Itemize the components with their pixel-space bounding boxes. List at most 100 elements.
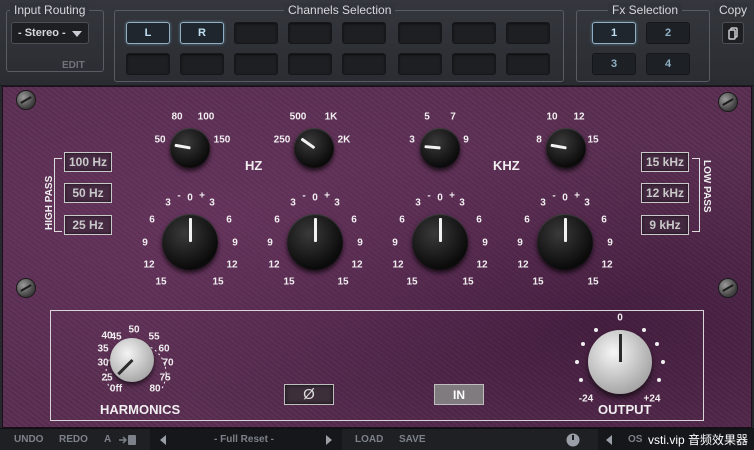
fx-button-2[interactable]: 2: [646, 22, 690, 44]
preset-selector[interactable]: - Full Reset -: [150, 429, 342, 450]
knob-indicator: [313, 218, 317, 242]
channel-slot[interactable]: [452, 53, 496, 75]
save-button[interactable]: SAVE: [399, 434, 426, 445]
gain-label: 0: [437, 192, 443, 204]
channel-slot[interactable]: [126, 53, 170, 75]
band1-frequency-knob[interactable]: [170, 128, 210, 168]
harmonics-knob[interactable]: [110, 338, 154, 382]
band2-gain-knob[interactable]: [287, 214, 343, 270]
copy-to-icon[interactable]: [118, 433, 138, 447]
gain-label: 6: [351, 214, 357, 226]
gain-label: 15: [337, 276, 349, 288]
screw-icon: [718, 92, 738, 112]
next-preset-icon[interactable]: [326, 435, 332, 445]
channel-slot[interactable]: [398, 53, 442, 75]
fx-selection-title: Fx Selection: [608, 3, 683, 17]
freq-label: 80: [171, 111, 183, 123]
gain-label: 9: [517, 237, 523, 249]
output-knob[interactable]: [588, 330, 652, 394]
gain-label: 3: [165, 197, 171, 209]
gain-label: 3: [584, 197, 590, 209]
channel-slot[interactable]: [234, 22, 278, 44]
undo-button[interactable]: UNDO: [14, 434, 43, 445]
harmonics-tick-label: 25: [101, 372, 113, 384]
knob-indicator: [300, 137, 315, 150]
scale-dot: [575, 360, 579, 364]
freq-label: 2K: [337, 134, 351, 146]
redo-button[interactable]: REDO: [59, 434, 88, 445]
harmonics-tick-label: 0ff: [109, 383, 123, 395]
channel-slot[interactable]: [288, 53, 332, 75]
knob-indicator: [549, 143, 567, 150]
freq-label: 10: [546, 111, 558, 123]
channel-left-button[interactable]: L: [126, 22, 170, 44]
freq-label: 150: [213, 134, 231, 146]
scale-dot: [661, 360, 665, 364]
harmonics-tick-label: 70: [162, 357, 174, 369]
high-pass-50hz-button[interactable]: 50 Hz: [64, 183, 112, 203]
freq-label: 100: [197, 111, 215, 123]
channel-slot[interactable]: [506, 22, 550, 44]
power-icon[interactable]: [565, 432, 581, 448]
copy-button[interactable]: [722, 22, 744, 44]
freq-label: 15: [587, 134, 599, 146]
gain-label: 3: [290, 197, 296, 209]
harmonics-tick-label: 60: [158, 343, 170, 355]
band4-gain-knob[interactable]: [537, 214, 593, 270]
low-pass-15khz-button[interactable]: 15 kHz: [641, 152, 689, 172]
band1-gain-knob[interactable]: [162, 214, 218, 270]
harmonics-tick-label: 30: [97, 357, 109, 369]
fx-button-3[interactable]: 3: [592, 53, 636, 75]
channel-slot[interactable]: [288, 22, 332, 44]
previous-preset-icon[interactable]: [160, 435, 166, 445]
hz-unit-label: HZ: [245, 158, 263, 173]
harmonics-tick-label: 80: [149, 383, 161, 395]
in-button[interactable]: IN: [434, 384, 484, 405]
gain-label: 9: [267, 237, 273, 249]
os-selector[interactable]: OS vsti.vip 音频效果器: [598, 429, 754, 450]
channel-slot[interactable]: [398, 22, 442, 44]
channel-right-button[interactable]: R: [180, 22, 224, 44]
gain-label: 15: [462, 276, 474, 288]
ab-button[interactable]: A: [104, 434, 111, 445]
fx-button-4[interactable]: 4: [646, 53, 690, 75]
channel-slot[interactable]: [506, 53, 550, 75]
gain-label: -: [552, 190, 556, 202]
output-min-label: -24: [578, 393, 594, 405]
fx-button-1[interactable]: 1: [592, 22, 636, 44]
gain-label: 9: [482, 237, 488, 249]
band3-gain-knob[interactable]: [412, 214, 468, 270]
channel-slot[interactable]: [234, 53, 278, 75]
preset-name: - Full Reset -: [214, 434, 275, 445]
gain-label: -: [177, 190, 181, 202]
gain-label: 6: [399, 214, 405, 226]
band4-frequency-knob[interactable]: [546, 128, 586, 168]
gain-label: 12: [351, 259, 363, 271]
channel-slot[interactable]: [452, 22, 496, 44]
input-routing-dropdown[interactable]: - Stereo -: [11, 22, 89, 44]
band3-frequency-knob[interactable]: [420, 128, 460, 168]
low-pass-9khz-button[interactable]: 9 kHz: [641, 215, 689, 235]
knob-indicator: [618, 334, 622, 362]
gain-label: 15: [406, 276, 418, 288]
screw-icon: [718, 278, 738, 298]
harmonics-tick-label: 35: [97, 343, 109, 355]
previous-os-icon[interactable]: [606, 435, 612, 445]
channel-slot[interactable]: [342, 22, 386, 44]
channel-slot[interactable]: [180, 53, 224, 75]
channel-slot[interactable]: [342, 53, 386, 75]
high-pass-100hz-button[interactable]: 100 Hz: [64, 152, 112, 172]
gain-label: 6: [149, 214, 155, 226]
high-pass-bracket: [54, 158, 62, 232]
low-pass-12khz-button[interactable]: 12 kHz: [641, 183, 689, 203]
freq-label: 250: [273, 134, 291, 146]
gain-label: 0: [187, 192, 193, 204]
edit-button[interactable]: EDIT: [62, 60, 85, 71]
band2-frequency-knob[interactable]: [294, 128, 334, 168]
phase-invert-button[interactable]: Ø: [284, 384, 334, 405]
load-button[interactable]: LOAD: [355, 434, 383, 445]
gain-label: 6: [226, 214, 232, 226]
high-pass-25hz-button[interactable]: 25 Hz: [64, 215, 112, 235]
low-pass-label: LOW PASS: [701, 160, 712, 213]
watermark-text: vsti.vip 音频效果器: [648, 433, 749, 447]
